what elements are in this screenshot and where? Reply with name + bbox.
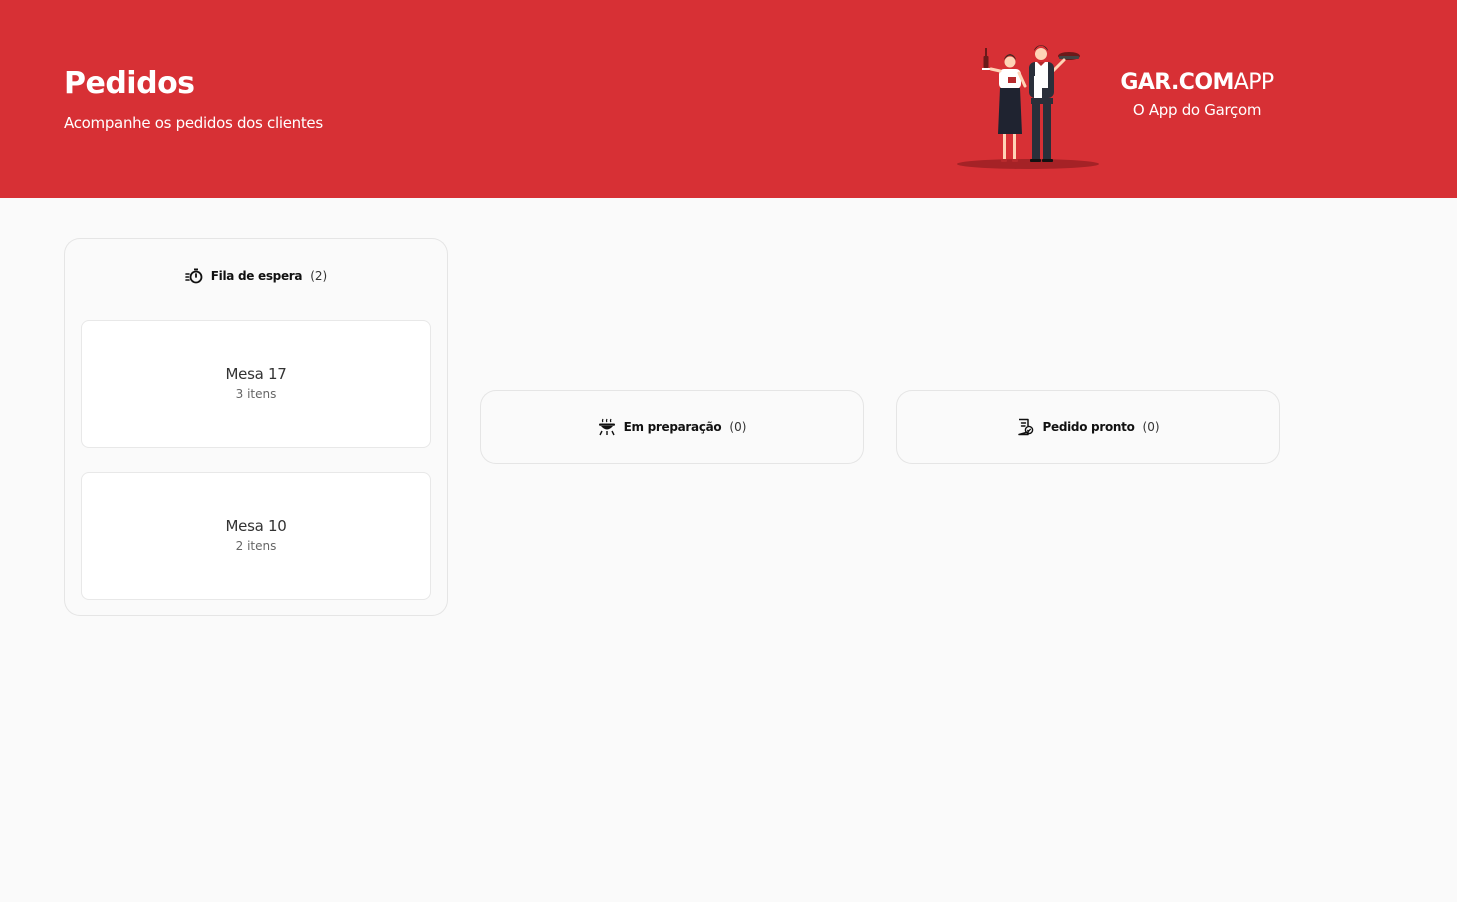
column-header: Em preparação (0) bbox=[481, 391, 863, 463]
order-table: Mesa 17 bbox=[225, 365, 287, 383]
column-title: Em preparação bbox=[623, 420, 722, 434]
page-title: Pedidos bbox=[64, 66, 195, 101]
order-table: Mesa 10 bbox=[225, 517, 287, 535]
brand-name: GAR.COMAPP bbox=[1104, 70, 1290, 95]
cooking-icon bbox=[598, 418, 615, 436]
ready-check-icon bbox=[1018, 418, 1034, 436]
timer-icon bbox=[184, 268, 203, 283]
header: Pedidos Acompanhe os pedidos dos cliente… bbox=[0, 0, 1457, 198]
column-title: Pedido pronto bbox=[1042, 420, 1135, 434]
order-card[interactable]: Mesa 10 2 itens bbox=[81, 472, 431, 600]
column-preparing: Em preparação (0) bbox=[480, 390, 864, 464]
column-ready: Pedido pronto (0) bbox=[896, 390, 1280, 464]
column-title: Fila de espera bbox=[210, 268, 303, 283]
column-header: Pedido pronto (0) bbox=[897, 391, 1279, 463]
brand-name-light: APP bbox=[1233, 70, 1274, 95]
order-items-count: 3 itens bbox=[235, 387, 277, 401]
brand-name-bold: GAR.COM bbox=[1120, 70, 1234, 95]
column-count: (2) bbox=[310, 268, 328, 283]
brand-tagline: O App do Garçom bbox=[1132, 101, 1262, 119]
column-count: (0) bbox=[1142, 420, 1160, 434]
waiters-illustration bbox=[957, 45, 1099, 169]
brand: GAR.COMAPP O App do Garçom bbox=[1104, 70, 1290, 119]
order-card[interactable]: Mesa 17 3 itens bbox=[81, 320, 431, 448]
order-items-count: 2 itens bbox=[235, 539, 277, 553]
page-subtitle: Acompanhe os pedidos dos clientes bbox=[64, 114, 323, 132]
column-header: Fila de espera (2) bbox=[81, 239, 431, 312]
column-waiting: Fila de espera (2) Mesa 17 3 itens Mesa … bbox=[64, 238, 448, 616]
column-count: (0) bbox=[729, 420, 747, 434]
